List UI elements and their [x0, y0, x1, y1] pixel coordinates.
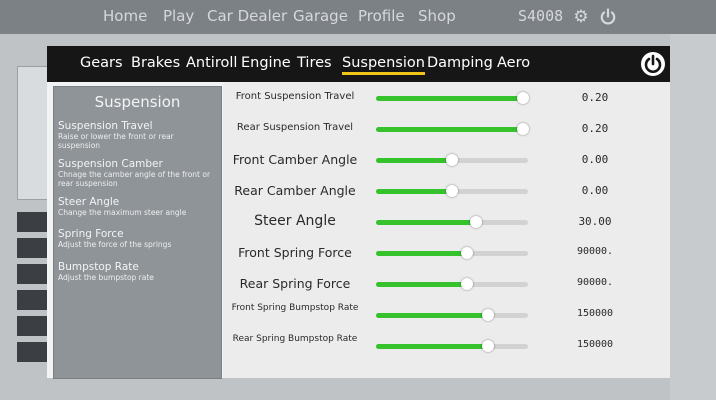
background-button [17, 316, 49, 336]
nav-play[interactable]: Play [163, 7, 194, 25]
background-button [17, 290, 49, 310]
setting-label: Rear Spring Force [239, 276, 351, 291]
slider-fill [376, 251, 468, 256]
slider-handle[interactable] [461, 278, 474, 290]
setting-label: Steer Angle [254, 213, 336, 229]
slider-handle[interactable] [517, 123, 530, 135]
setting-label: Front Spring Force [238, 245, 352, 260]
tab-suspension[interactable]: Suspension [342, 55, 425, 75]
slider-handle[interactable] [470, 216, 483, 228]
slider-handle[interactable] [461, 247, 474, 259]
info-entry-title: Spring Force [58, 228, 124, 240]
nav-home[interactable]: Home [103, 7, 147, 25]
info-entry: Suspension Travel Raise or lower the fro… [58, 120, 218, 150]
info-title: Suspension [94, 93, 181, 111]
nav-profile[interactable]: Profile [358, 7, 405, 25]
info-entry-desc: Change the maximum steer angle [58, 208, 187, 217]
gear-icon[interactable]: ⚙ [572, 8, 590, 26]
info-entry-title: Suspension Travel [58, 120, 153, 132]
tuning-modal: Gears Brakes Antiroll Engine Tires Suspe… [47, 46, 670, 379]
nav-garage[interactable]: Garage [293, 7, 348, 25]
setting-value: 0.00 [581, 184, 609, 197]
slider-track[interactable] [376, 92, 530, 104]
setting-label: Rear Suspension Travel [236, 122, 354, 133]
info-entry-desc: Chnage the camber angle of the front or … [58, 170, 211, 188]
background-scene [670, 34, 716, 400]
setting-value: 150000 [576, 339, 614, 350]
settings-panel: Front Suspension Travel 0.20 Rear Suspen… [223, 82, 670, 378]
slider-handle[interactable] [517, 92, 530, 104]
slider-track[interactable] [376, 247, 528, 259]
tab-bar: Gears Brakes Antiroll Engine Tires Suspe… [47, 46, 670, 82]
slider-handle[interactable] [482, 340, 495, 352]
slider-fill [376, 127, 524, 132]
background-button [17, 264, 49, 284]
info-entry-title: Suspension Camber [58, 158, 163, 170]
nav-shop[interactable]: Shop [418, 7, 456, 25]
setting-value: 0.20 [581, 91, 609, 104]
background-button [17, 342, 49, 362]
setting-value: 150000 [576, 308, 614, 319]
setting-value: 90000. [576, 246, 614, 257]
info-entry: Steer Angle Change the maximum steer ang… [58, 196, 218, 217]
slider-track[interactable] [376, 154, 528, 166]
top-navigation: Home Play Car Dealer Garage Profile Shop… [0, 0, 716, 34]
slider-fill [376, 220, 477, 225]
slider-fill [376, 313, 489, 318]
setting-label: Front Suspension Travel [235, 91, 355, 102]
background-button [17, 212, 49, 232]
slider-track[interactable] [376, 340, 528, 352]
slider-handle[interactable] [446, 185, 458, 197]
background-stats-panel [17, 66, 51, 200]
tab-tires[interactable]: Tires [297, 55, 332, 71]
setting-value: 90000. [576, 277, 614, 288]
info-entry-desc: Raise or lower the front or rear suspens… [58, 132, 174, 150]
tab-aero[interactable]: Aero [497, 55, 530, 71]
tab-brakes[interactable]: Brakes [131, 55, 180, 71]
tab-engine[interactable]: Engine [241, 55, 291, 71]
nav-car-dealer[interactable]: Car Dealer [207, 7, 287, 25]
tab-gears[interactable]: Gears [80, 55, 123, 71]
info-entry: Spring Force Adjust the force of the spr… [58, 228, 218, 249]
info-entry-title: Bumpstop Rate [58, 261, 139, 273]
info-entry-desc: Adjust the force of the springs [58, 240, 172, 249]
slider-track[interactable] [376, 278, 528, 290]
tab-damping[interactable]: Damping [427, 55, 493, 71]
setting-value: 0.20 [581, 122, 609, 135]
power-icon [644, 54, 662, 73]
info-entry: Suspension Camber Chnage the camber angl… [58, 158, 218, 188]
info-entry: Bumpstop Rate Adjust the bumpstop rate [58, 261, 218, 282]
setting-label: Front Spring Bumpstop Rate [231, 303, 359, 313]
setting-label: Rear Camber Angle [234, 183, 356, 198]
slider-fill [376, 344, 489, 349]
setting-value: 0.00 [581, 153, 609, 166]
background-button [17, 238, 49, 258]
money-display: S4008 [518, 7, 564, 25]
slider-handle[interactable] [446, 154, 458, 166]
slider-fill [376, 96, 524, 101]
setting-label: Front Camber Angle [232, 152, 358, 167]
info-entry-title: Steer Angle [58, 196, 120, 208]
setting-value: 30.00 [578, 215, 612, 228]
slider-track[interactable] [376, 216, 528, 228]
power-icon[interactable] [599, 8, 617, 26]
info-entry-desc: Adjust the bumpstop rate [58, 273, 154, 282]
slider-track[interactable] [376, 123, 530, 135]
slider-fill [376, 158, 452, 163]
slider-track[interactable] [376, 185, 528, 197]
slider-track[interactable] [376, 309, 528, 321]
slider-handle[interactable] [482, 309, 495, 321]
info-panel: Suspension Suspension Travel Raise or lo… [53, 86, 222, 379]
tab-antiroll[interactable]: Antiroll [186, 55, 237, 71]
slider-fill [376, 282, 468, 287]
setting-label: Rear Spring Bumpstop Rate [232, 334, 358, 344]
close-button[interactable] [641, 52, 665, 76]
slider-fill [376, 189, 452, 194]
